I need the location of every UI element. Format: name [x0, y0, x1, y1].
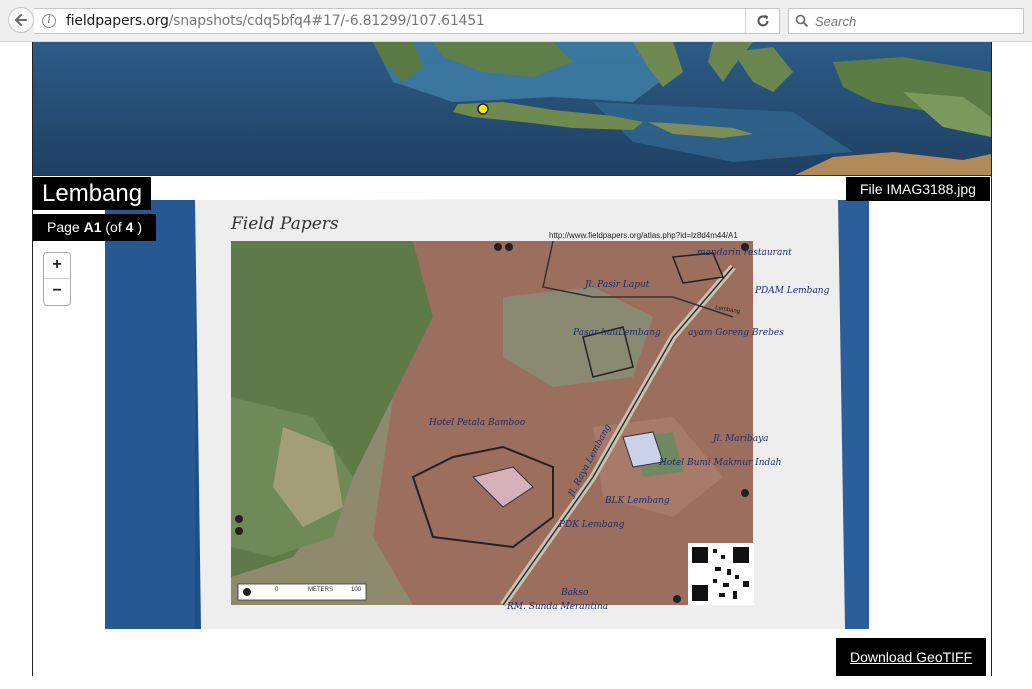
download-geotiff-link[interactable]: Download GeoTIFF — [850, 649, 972, 665]
zoom-in-button[interactable]: + — [44, 253, 70, 279]
zoom-control: + − — [43, 252, 71, 306]
svg-text:Jl. Maribaya: Jl. Maribaya — [711, 434, 769, 444]
file-name-label: File IMAG3188.jpg — [846, 177, 990, 201]
page-id-link[interactable]: A1 — [84, 219, 102, 235]
snapshot-viewer[interactable]: Field Papers http://www.fieldpapers.org/… — [33, 177, 991, 676]
svg-text:PDK Lembang: PDK Lembang — [558, 520, 625, 530]
svg-text:http://www.fieldpapers.org/atl: http://www.fieldpapers.org/atlas.php?id=… — [549, 231, 738, 240]
search-input[interactable] — [815, 13, 1015, 29]
svg-text:RM. Sunda Merantina: RM. Sunda Merantina — [506, 602, 608, 612]
address-bar[interactable]: i fieldpapers.org/snapshots/cdq5bfq4#17/… — [34, 8, 780, 34]
svg-text:BLK Lembang: BLK Lembang — [604, 496, 670, 506]
svg-text:mandarin restaurant: mandarin restaurant — [697, 248, 792, 258]
svg-text:Jl. Pasir Laput: Jl. Pasir Laput — [583, 280, 650, 290]
satellite-overview-image — [33, 42, 991, 175]
svg-text:100: 100 — [351, 587, 362, 593]
search-icon — [795, 14, 809, 28]
info-icon[interactable]: i — [42, 14, 56, 28]
overview-map[interactable] — [33, 42, 991, 176]
svg-text:Hotel Bumi Makmur Indah: Hotel Bumi Makmur Indah — [658, 458, 781, 468]
back-button[interactable] — [8, 7, 34, 33]
svg-text:PDAM Lembang: PDAM Lembang — [754, 286, 830, 296]
svg-text:Pasar hauLembang: Pasar hauLembang — [572, 328, 661, 338]
svg-text:Bakso: Bakso — [560, 588, 589, 598]
page-indicator: Page A1 (of 4 ) — [33, 214, 156, 241]
page-total-link[interactable]: 4 — [126, 219, 134, 235]
download-geotiff-box: Download GeoTIFF — [836, 638, 987, 676]
svg-text:METERS: METERS — [308, 587, 333, 593]
zoom-out-button[interactable]: − — [44, 279, 70, 305]
svg-text:Hotel Petala Bamboo: Hotel Petala Bamboo — [428, 418, 526, 428]
svg-text:Field Papers: Field Papers — [230, 214, 339, 234]
snapshot-title: Lembang — [33, 177, 152, 210]
url-text[interactable]: fieldpapers.org/snapshots/cdq5bfq4#17/-6… — [66, 13, 485, 29]
reload-button[interactable] — [745, 9, 779, 33]
snapshot-photo: Field Papers http://www.fieldpapers.org/… — [105, 199, 869, 629]
arrow-left-icon — [15, 14, 27, 26]
browser-toolbar: i fieldpapers.org/snapshots/cdq5bfq4#17/… — [0, 0, 1032, 42]
search-bar[interactable] — [788, 8, 1024, 34]
location-pin-icon — [477, 103, 489, 115]
svg-text:ayam Goreng Brebes: ayam Goreng Brebes — [688, 328, 784, 338]
reload-icon — [757, 15, 768, 27]
